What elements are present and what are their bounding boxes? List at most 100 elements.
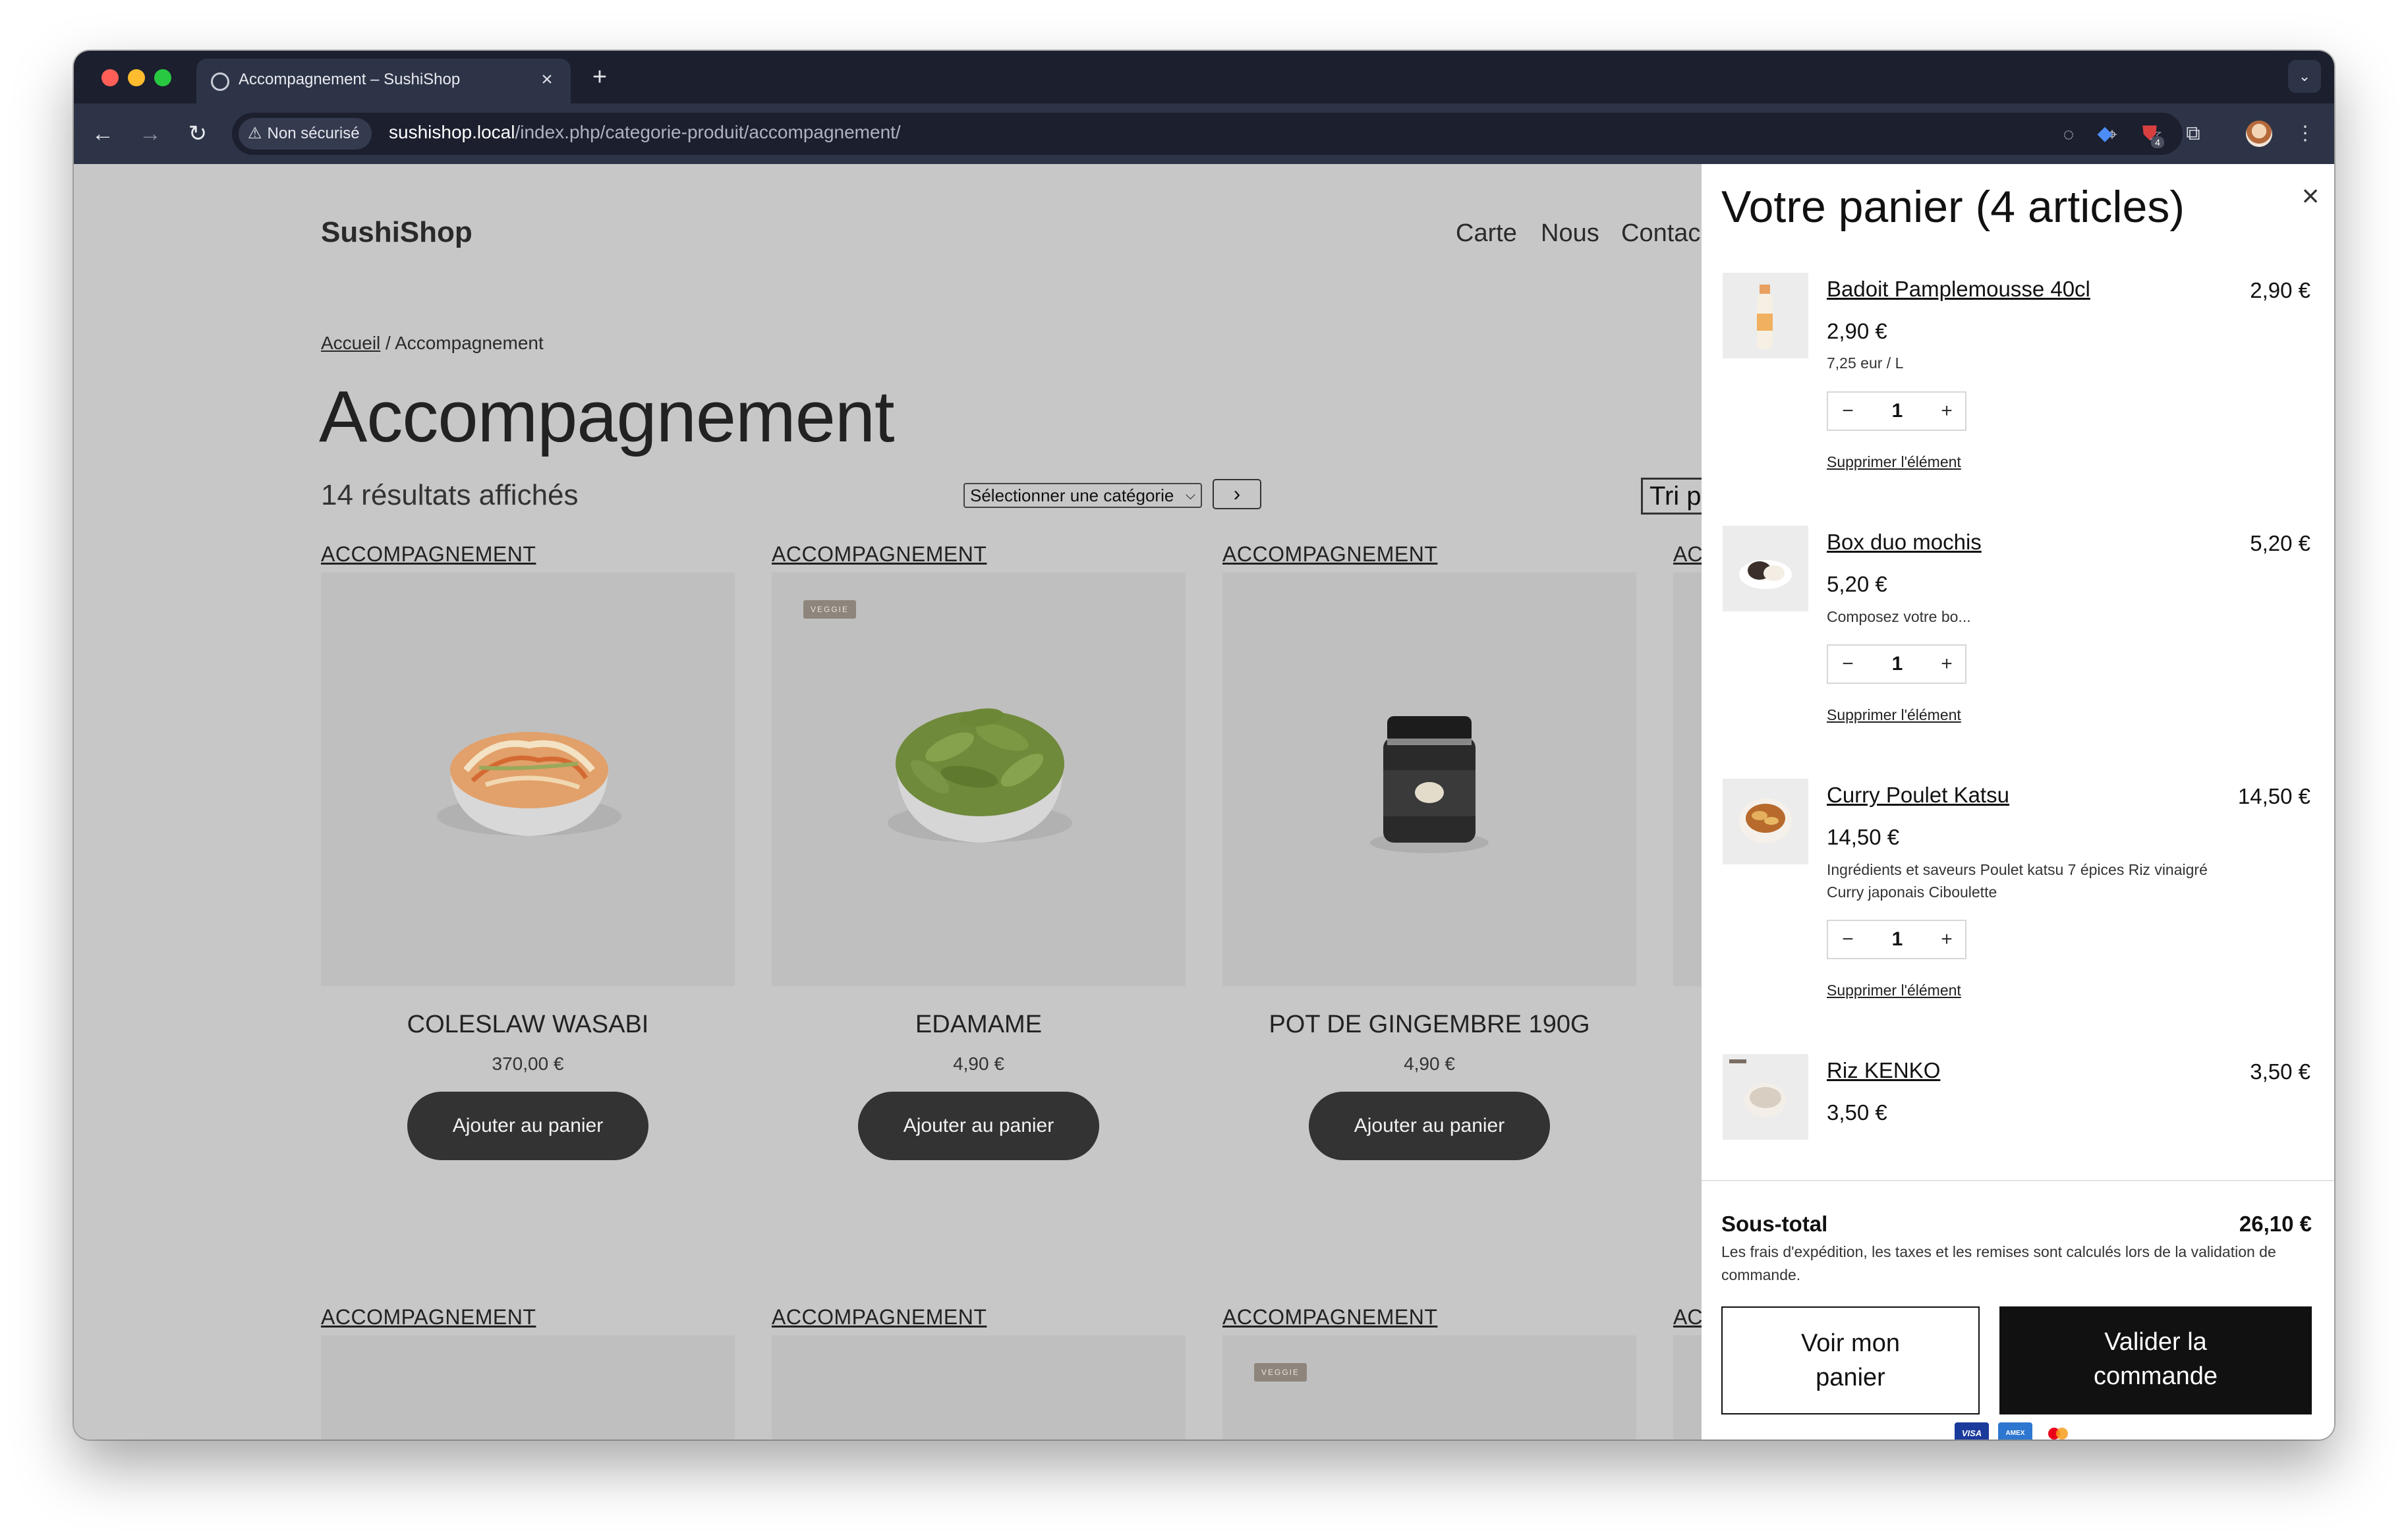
minus-icon[interactable]: − bbox=[1828, 921, 1868, 958]
maximize-window-button[interactable] bbox=[154, 69, 171, 86]
extension-gem-icon[interactable]: ◆ bbox=[2089, 118, 2121, 150]
view-cart-button[interactable]: Voir mon panier bbox=[1721, 1306, 1980, 1414]
extensions-puzzle-icon[interactable]: ⧉ bbox=[2177, 118, 2209, 150]
product-name[interactable]: EDAMAME bbox=[772, 1011, 1186, 1039]
cart-item-line-total: 2,90 € bbox=[2250, 278, 2310, 302]
minus-icon[interactable]: − bbox=[1828, 393, 1868, 430]
product-category-link[interactable]: AC bbox=[1673, 1305, 1702, 1329]
plus-icon[interactable]: + bbox=[1927, 646, 1966, 683]
minus-icon[interactable]: − bbox=[1828, 646, 1868, 683]
product-image-clipped[interactable] bbox=[1673, 1335, 1702, 1440]
cart-items-list[interactable]: Badoit Pamplemousse 40cl 2,90 € 2,90 € 7… bbox=[1702, 273, 2334, 1180]
product-image-ginger-jar[interactable] bbox=[1222, 573, 1636, 986]
curry-bowl-illustration bbox=[1739, 798, 1792, 843]
url-host: sushishop.local bbox=[389, 122, 515, 142]
product-image[interactable] bbox=[772, 1335, 1186, 1440]
plus-icon[interactable]: + bbox=[1927, 393, 1966, 430]
cart-item-thumbnail[interactable] bbox=[1723, 1054, 1808, 1140]
cart-item-thumbnail[interactable] bbox=[1723, 779, 1808, 864]
tab-title: Accompagnement – SushiShop bbox=[239, 70, 461, 88]
quantity-stepper[interactable]: −1 + bbox=[1827, 391, 1966, 431]
add-to-cart-button[interactable]: Ajouter au panier bbox=[1309, 1092, 1550, 1160]
cart-drawer: Votre panier (4 articles) × Badoit Pampl… bbox=[1702, 164, 2334, 1440]
cart-item-name[interactable]: Badoit Pamplemousse 40cl bbox=[1827, 277, 2090, 302]
warning-triangle-icon: ⚠ bbox=[248, 125, 262, 142]
cart-item-thumbnail[interactable] bbox=[1723, 273, 1808, 358]
extension-shield-icon[interactable]: ⛊ 4 bbox=[2134, 118, 2165, 150]
profile-avatar[interactable] bbox=[2246, 121, 2272, 147]
product-category-link[interactable]: ACCOMPAGNEMENT bbox=[321, 1305, 536, 1329]
nav-link-nous[interactable]: Nous bbox=[1541, 219, 1599, 248]
eye-slash-icon[interactable]: ◌ bbox=[2056, 122, 2081, 147]
product-category-link[interactable]: ACCOMPAGNEMENT bbox=[772, 542, 987, 567]
forward-arrow-icon[interactable]: → bbox=[134, 118, 166, 150]
security-indicator[interactable]: ⚠ Non sécurisé bbox=[239, 118, 372, 150]
product-category-link[interactable]: AC bbox=[1673, 542, 1702, 567]
web-page: SushiShop Carte Nous Contac Accueil / Ac… bbox=[74, 164, 2334, 1440]
url-text[interactable]: sushishop.local/index.php/categorie-prod… bbox=[389, 122, 901, 146]
minimize-window-button[interactable] bbox=[128, 69, 145, 86]
product-category-link[interactable]: ACCOMPAGNEMENT bbox=[772, 1305, 987, 1329]
product-image-edamame[interactable]: VEGGIE bbox=[772, 573, 1186, 986]
product-image[interactable]: VEGGIE bbox=[1222, 1335, 1636, 1440]
cart-item-thumbnail[interactable] bbox=[1723, 526, 1808, 611]
category-go-button[interactable]: › bbox=[1213, 479, 1261, 509]
breadcrumb-home-link[interactable]: Accueil bbox=[321, 333, 380, 353]
remove-item-link[interactable]: Supprimer l'élément bbox=[1827, 982, 1961, 999]
site-logo[interactable]: SushiShop bbox=[321, 216, 473, 249]
cart-item-line-total: 14,50 € bbox=[2237, 784, 2310, 808]
browser-tab-active[interactable]: Accompagnement – SushiShop × bbox=[196, 59, 571, 103]
product-price: 4,90 € bbox=[953, 1053, 1004, 1074]
close-icon[interactable]: × bbox=[2295, 180, 2326, 211]
product-category-link[interactable]: ACCOMPAGNEMENT bbox=[1222, 1305, 1437, 1329]
visa-icon: VISA bbox=[1955, 1422, 1989, 1440]
product-name[interactable]: POT DE GINGEMBRE 190G bbox=[1222, 1011, 1636, 1039]
product-price: 370,00 € bbox=[492, 1053, 564, 1074]
quantity-value[interactable]: 1 bbox=[1868, 393, 1927, 430]
reload-icon[interactable]: ↻ bbox=[182, 118, 214, 150]
add-to-cart-button[interactable]: Ajouter au panier bbox=[858, 1092, 1099, 1160]
view-cart-label: Voir mon panier bbox=[1801, 1329, 1900, 1391]
product-category-link[interactable]: ACCOMPAGNEMENT bbox=[1222, 542, 1437, 567]
remove-item-link[interactable]: Supprimer l'élément bbox=[1827, 706, 1961, 724]
browser-window: Accompagnement – SushiShop × + ⌄ ← → ↻ ⚠… bbox=[74, 51, 2334, 1440]
cart-item-name[interactable]: Riz KENKO bbox=[1827, 1058, 1940, 1083]
quantity-stepper[interactable]: −1 + bbox=[1827, 644, 1966, 684]
remove-item-link[interactable]: Supprimer l'élément bbox=[1827, 453, 1961, 471]
chevron-right-icon: › bbox=[1233, 482, 1241, 505]
cart-item-description: Ingrédients et saveurs Poulet katsu 7 ép… bbox=[1827, 861, 2208, 901]
product-image-clipped[interactable] bbox=[1673, 573, 1702, 986]
kebab-menu-icon[interactable]: ⋮ bbox=[2289, 118, 2321, 150]
category-select[interactable]: Sélectionner une catégorie ⌵ bbox=[963, 483, 1202, 508]
product-category-link[interactable]: ACCOMPAGNEMENT bbox=[321, 542, 536, 567]
nav-link-contact[interactable]: Contac bbox=[1621, 219, 1702, 248]
shipping-note: Les frais d'expédition, les taxes et les… bbox=[1721, 1243, 2276, 1283]
plus-icon[interactable]: + bbox=[1927, 921, 1966, 958]
quantity-value[interactable]: 1 bbox=[1868, 646, 1927, 683]
security-label: Non sécurisé bbox=[267, 125, 360, 142]
cart-item-description: 7,25 eur / L bbox=[1827, 354, 1904, 372]
address-bar[interactable]: ⚠ Non sécurisé sushishop.local/index.php/… bbox=[232, 113, 2183, 155]
add-to-cart-button[interactable]: Ajouter au panier bbox=[407, 1092, 648, 1160]
checkout-button[interactable]: Valider la commande bbox=[1999, 1306, 2312, 1414]
product-name[interactable]: COLESLAW WASABI bbox=[321, 1011, 735, 1039]
breadcrumb-current: Accompagnement bbox=[395, 333, 544, 353]
quantity-stepper[interactable]: −1 + bbox=[1827, 920, 1966, 959]
new-tab-icon[interactable]: + bbox=[587, 64, 613, 90]
cart-item-name[interactable]: Box duo mochis bbox=[1827, 530, 1982, 555]
browser-toolbar: ← → ↻ ⚠ Non sécurisé sushishop.local/inde… bbox=[74, 103, 2334, 164]
product-image[interactable] bbox=[321, 1335, 735, 1440]
chevron-down-icon: ⌵ bbox=[1185, 488, 1195, 503]
product-image-coleslaw[interactable] bbox=[321, 573, 735, 986]
close-tab-icon[interactable]: × bbox=[535, 68, 559, 92]
tab-search-chevron-icon[interactable]: ⌄ bbox=[2288, 60, 2321, 93]
quantity-value[interactable]: 1 bbox=[1868, 921, 1927, 958]
nav-link-carte[interactable]: Carte bbox=[1456, 219, 1517, 248]
close-window-button[interactable] bbox=[101, 69, 119, 86]
product-price: 4,90 € bbox=[1404, 1053, 1455, 1074]
coleslaw-bowl-illustration bbox=[437, 732, 621, 836]
cart-item-name[interactable]: Curry Poulet Katsu bbox=[1827, 783, 2009, 808]
back-arrow-icon[interactable]: ← bbox=[87, 118, 119, 150]
breadcrumb-separator: / bbox=[380, 333, 395, 353]
edamame-bowl-illustration bbox=[888, 708, 1072, 843]
